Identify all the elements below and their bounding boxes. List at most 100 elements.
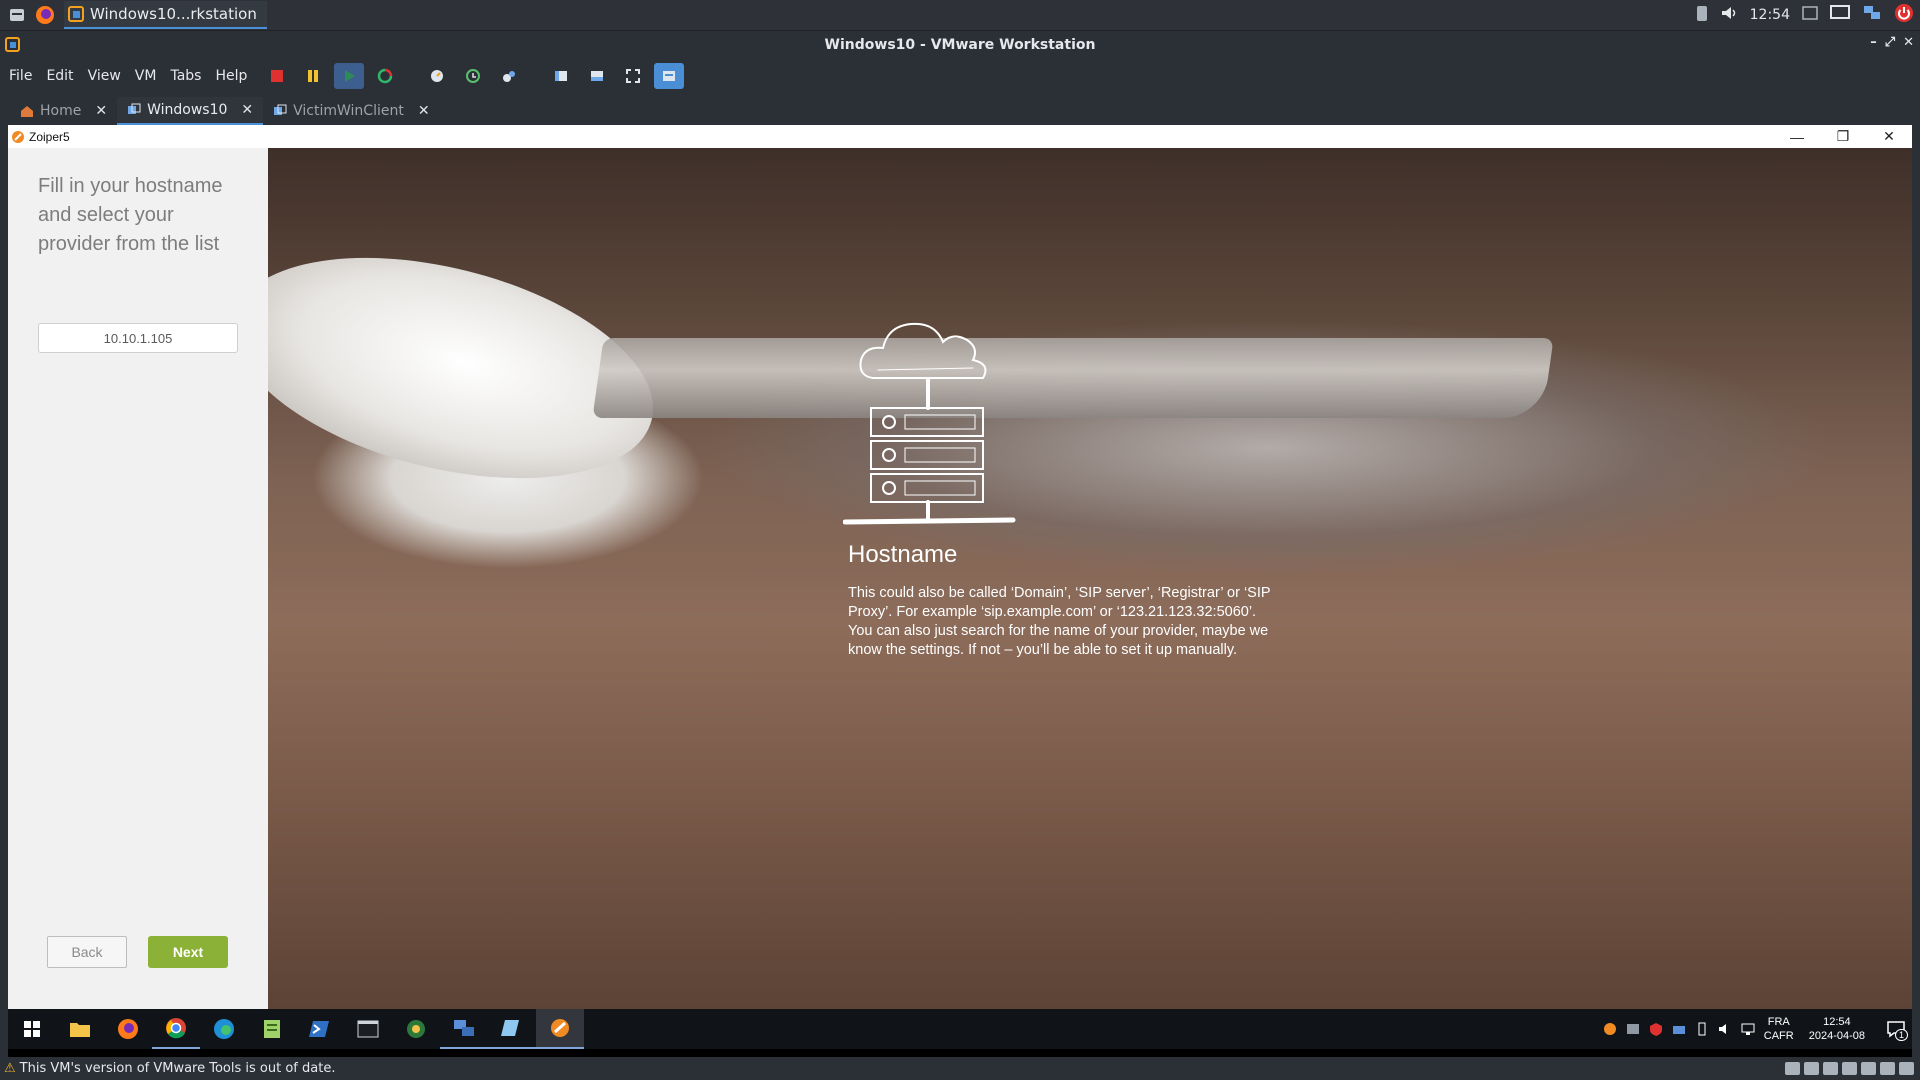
whisker-menu-icon[interactable] [6,4,28,26]
cd-icon[interactable] [1804,1062,1819,1075]
menu-vm[interactable]: VM [130,64,162,88]
info-paragraph-2: You can also just search for the name of… [848,623,1269,658]
full-screen-button[interactable] [618,63,648,89]
hdd-icon[interactable] [1785,1062,1800,1075]
sound-card-icon[interactable] [1861,1062,1876,1075]
show-library-button[interactable] [546,63,576,89]
chrome-icon [166,1018,186,1039]
zoiper-tray-icon[interactable] [1603,1022,1617,1036]
taskbar-window-vmware[interactable]: Windows10...rkstation [64,1,267,29]
system-tray: FRA CAFR 12:54 2024-04-08 1 [1603,1015,1912,1043]
next-button[interactable]: Next [148,936,228,968]
firefox-taskbar-button[interactable] [104,1009,152,1049]
console-view-icon [663,71,676,81]
tab-home[interactable]: Home ✕ [10,97,117,125]
speaker-tray-icon[interactable] [1718,1022,1732,1036]
power-icon[interactable] [1894,3,1914,27]
snapshot-manager-button[interactable] [494,63,524,89]
powershell-icon [309,1021,329,1037]
tab-victimwinclient[interactable]: VictimWinClient ✕ [263,97,439,125]
back-button[interactable]: Back [47,936,127,968]
background-laptop-photo [592,338,1554,418]
windows-taskbar: FRA CAFR 12:54 2024-04-08 1 [8,1009,1912,1049]
start-button[interactable] [8,1009,56,1049]
snapshot-button[interactable] [422,63,452,89]
network-tool-taskbar-button[interactable] [392,1009,440,1049]
close-tab-icon[interactable]: ✕ [418,103,430,119]
close-tab-icon[interactable]: ✕ [95,103,107,119]
app-icon [501,1020,519,1036]
revert-snapshot-button[interactable] [458,63,488,89]
close-tab-icon[interactable]: ✕ [241,102,253,118]
snapshot-manager-icon [503,71,516,82]
remote-desktop-icon [454,1020,474,1036]
power-on-button[interactable] [334,63,365,89]
usb-tray-icon[interactable] [1695,1022,1709,1036]
show-desktop-icon[interactable] [1802,6,1818,24]
vmware-menubar: File Edit View VM Tabs Help [0,59,1920,93]
minimize-icon[interactable]: – [1870,35,1877,50]
menu-view[interactable]: View [83,64,126,88]
menu-edit[interactable]: Edit [41,64,78,88]
security-tray-icon[interactable] [1649,1022,1663,1036]
app-taskbar-button[interactable] [488,1009,536,1049]
zoiper-taskbar-button[interactable] [536,1009,584,1049]
reset-button[interactable] [370,63,400,89]
network-status-icon[interactable] [1741,1022,1755,1036]
info-description: This could also be called ‘Domain’, ‘SIP… [848,584,1288,660]
remote-desktop-taskbar-button[interactable] [440,1009,488,1049]
date-time[interactable]: 12:54 2024-04-08 [1809,1015,1865,1043]
usb-device-icon[interactable] [1842,1062,1857,1075]
network-tray-icon[interactable] [1672,1022,1686,1036]
close-icon[interactable]: ✕ [1866,125,1912,148]
firefox-launcher-icon[interactable] [34,4,56,26]
maximize-icon[interactable]: ❐ [1820,125,1866,148]
zoiper-title-bar[interactable]: Zoiper5 — ❐ ✕ [8,125,1912,148]
device-status-icons [1785,1062,1920,1075]
status-message[interactable]: This VM's version of VMware Tools is out… [20,1061,336,1076]
thumbnail-icon [591,71,604,81]
network-icon[interactable] [1862,4,1882,26]
menu-help[interactable]: Help [210,64,252,88]
vm-guest-display[interactable]: Zoiper5 — ❐ ✕ Fill in your hostname and … [8,125,1912,1057]
hostname-input[interactable] [38,323,238,353]
display-device-icon[interactable] [1880,1062,1895,1075]
thumbnail-bar-button[interactable] [582,63,612,89]
unity-button[interactable] [654,63,685,89]
host-clock[interactable]: 12:54 [1750,7,1790,23]
vmware-title-bar[interactable]: Windows10 - VMware Workstation – ⤢ ✕ [0,31,1920,59]
library-icon [555,71,568,81]
minimize-icon[interactable]: — [1774,125,1820,148]
message-log-icon[interactable] [1899,1062,1914,1075]
file-explorer-taskbar-button[interactable] [56,1009,104,1049]
vmware-tools-tray-icon[interactable] [1626,1022,1640,1036]
vm-icon [128,103,141,114]
guest-date: 2024-04-08 [1808,1030,1865,1042]
restore-icon[interactable]: ⤢ [1885,35,1895,50]
action-center-button[interactable]: 1 [1886,1019,1908,1041]
terminal-icon [357,1020,379,1038]
volume-icon[interactable] [1720,5,1738,25]
suspend-button[interactable] [298,63,328,89]
powershell-taskbar-button[interactable] [296,1009,344,1049]
menu-file[interactable]: File [4,64,37,88]
menu-tabs[interactable]: Tabs [165,64,206,88]
display-icon[interactable] [1830,5,1850,25]
input-language[interactable]: FRA CAFR [1764,1015,1794,1043]
zoiper-icon [12,130,24,143]
wizard-step-heading: Fill in your hostname and select your pr… [38,175,223,255]
tab-windows10[interactable]: Windows10 ✕ [117,97,264,125]
battery-icon[interactable] [1696,4,1708,26]
refresh-icon [378,68,393,84]
notepadpp-taskbar-button[interactable] [248,1009,296,1049]
vmware-icon [68,6,84,22]
edge-taskbar-button[interactable] [200,1009,248,1049]
fullscreen-icon [626,69,641,83]
notification-count: 1 [1894,1029,1908,1041]
network-adapter-icon[interactable] [1823,1062,1838,1075]
power-off-button[interactable] [262,63,292,89]
menu: File Edit View VM Tabs Help [0,64,256,88]
close-icon[interactable]: ✕ [1903,35,1914,50]
terminal-taskbar-button[interactable] [344,1009,392,1049]
chrome-taskbar-button[interactable] [152,1009,200,1049]
